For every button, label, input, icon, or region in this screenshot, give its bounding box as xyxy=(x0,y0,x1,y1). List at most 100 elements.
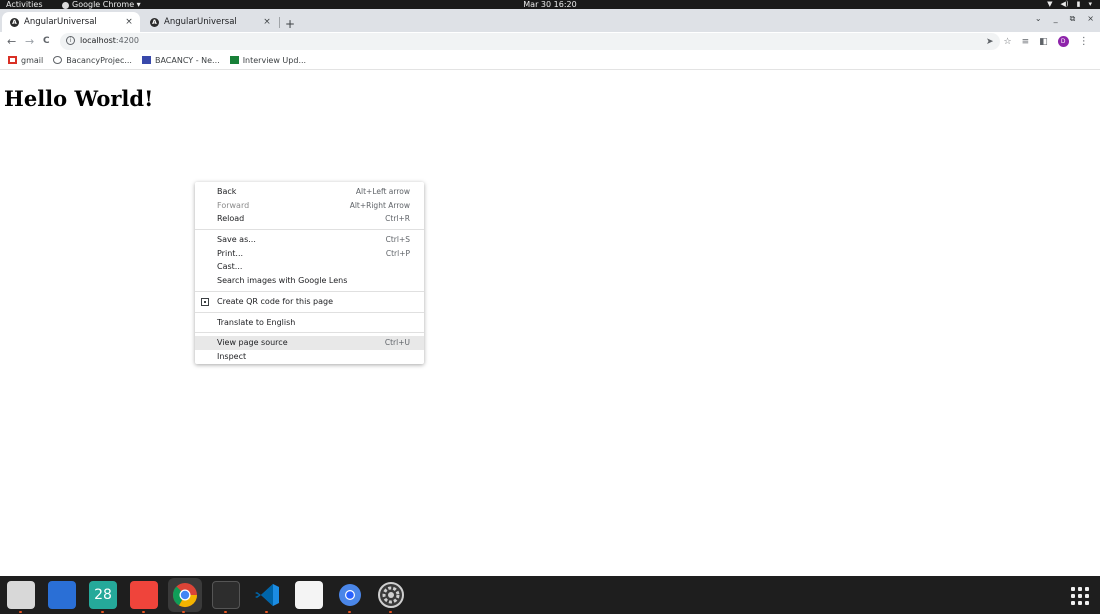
menu-separator xyxy=(195,290,424,292)
url-text[interactable]: localhost:4200 xyxy=(80,36,139,45)
bookmark-interview-update[interactable]: Interview Upd... xyxy=(229,55,307,65)
chromium-icon xyxy=(339,584,361,606)
show-applications-icon[interactable] xyxy=(1071,587,1089,605)
bookmark-label: Interview Upd... xyxy=(242,55,307,65)
menu-item-search-google-lens[interactable]: Search images with Google Lens xyxy=(195,274,424,288)
profile-avatar[interactable]: D xyxy=(1057,36,1069,47)
chrome-dock-slot[interactable] xyxy=(168,578,202,612)
menu-item-cast[interactable]: Cast... xyxy=(195,260,424,274)
reading-list-icon[interactable]: ≡ xyxy=(1022,37,1030,47)
tab-search-icon[interactable]: ⌄ xyxy=(1035,14,1042,24)
anydesk-app-icon[interactable] xyxy=(130,581,158,609)
menu-item-back[interactable]: Back Alt+Left arrow xyxy=(195,185,424,199)
tab-strip: A AngularUniversal × A AngularUniversal … xyxy=(0,9,1100,32)
app-menu-label: Google Chrome ▾ xyxy=(72,0,141,9)
chrome-app-icon xyxy=(62,1,69,9)
menu-item-label: Print... xyxy=(217,248,244,258)
notes-app-icon[interactable] xyxy=(295,581,323,609)
network-icon: ▼ xyxy=(1047,0,1053,8)
battery-icon: ▮ xyxy=(1076,0,1081,8)
bookmark-bacancyproject[interactable]: BacancyProjec... xyxy=(53,56,132,65)
volume-icon: ◀) xyxy=(1060,0,1069,8)
chevron-down-icon: ▾ xyxy=(1088,0,1092,8)
tab-angularuniversal[interactable]: A AngularUniversal × xyxy=(142,12,278,32)
running-indicator xyxy=(265,611,268,613)
menu-separator xyxy=(195,311,424,313)
text-editor-app-icon[interactable] xyxy=(48,581,76,609)
menu-item-shortcut: Ctrl+S xyxy=(385,235,410,245)
menu-item-print[interactable]: Print... Ctrl+P xyxy=(195,247,424,261)
more-menu-icon[interactable]: ⋮ xyxy=(1079,36,1089,47)
menu-item-reload[interactable]: Reload Ctrl+R xyxy=(195,212,424,226)
tab-close-icon[interactable]: × xyxy=(262,17,272,27)
system-top-bar: Activities Google Chrome ▾ Mar 30 16:20 … xyxy=(0,0,1100,9)
side-panel-icon[interactable]: ◧ xyxy=(1039,37,1048,47)
menu-item-shortcut: Alt+Left arrow xyxy=(355,187,410,196)
minimize-button[interactable]: _ xyxy=(1054,14,1058,24)
vscode-icon xyxy=(255,584,279,606)
bookmark-bacancy-new[interactable]: BACANCY - Ne... xyxy=(141,55,220,65)
qr-code-icon xyxy=(201,297,209,306)
menu-item-forward: Forward Alt+Right Arrow xyxy=(195,199,424,213)
url-host: localhost xyxy=(80,36,116,45)
menu-item-shortcut: Ctrl+P xyxy=(385,248,410,258)
menu-item-save-as[interactable]: Save as... Ctrl+S xyxy=(195,233,424,247)
close-window-button[interactable]: × xyxy=(1087,14,1094,24)
menu-item-shortcut: Alt+Right Arrow xyxy=(349,200,410,210)
terminal-app-icon[interactable] xyxy=(212,581,240,609)
sheets-icon xyxy=(229,56,239,64)
gear-icon xyxy=(378,582,404,608)
page-heading: Hello World! xyxy=(4,86,154,111)
tab-angularuniversal-active[interactable]: A AngularUniversal × xyxy=(2,12,140,32)
browser-toolbar: ← → C i localhost:4200 xyxy=(0,32,1100,51)
running-indicator xyxy=(389,611,392,613)
activities-button[interactable]: Activities xyxy=(6,0,43,9)
back-button[interactable]: ← xyxy=(7,35,16,48)
menu-item-label: Forward xyxy=(217,200,250,210)
app-menu[interactable]: Google Chrome ▾ xyxy=(62,0,141,9)
reload-button[interactable]: C xyxy=(43,35,50,48)
files-app-icon[interactable] xyxy=(7,581,35,609)
toolbar-actions: ➤ ☆ ≡ ◧ D ⋮ xyxy=(986,36,1089,47)
menu-item-label: Search images with Google Lens xyxy=(217,276,348,286)
chromium-app-icon[interactable] xyxy=(336,581,364,609)
new-tab-button[interactable]: + xyxy=(285,18,295,30)
dock: 28 xyxy=(0,576,1100,614)
bookmark-label: BacancyProjec... xyxy=(66,55,132,65)
restore-button[interactable]: ⧉ xyxy=(1070,14,1076,24)
menu-item-translate[interactable]: Translate to English xyxy=(195,316,424,330)
vscode-app-icon[interactable] xyxy=(253,581,281,609)
site-info-icon[interactable]: i xyxy=(66,36,75,45)
running-indicator xyxy=(348,611,351,613)
menu-item-shortcut: Ctrl+R xyxy=(385,214,410,224)
menu-item-create-qr-code[interactable]: Create QR code for this page xyxy=(195,295,424,309)
bookmark-label: gmail xyxy=(21,55,44,65)
running-indicator xyxy=(142,611,145,613)
tab-close-icon[interactable]: × xyxy=(124,17,134,27)
system-tray[interactable]: ▼ ◀) ▮ ▾ xyxy=(1047,0,1092,9)
bookmark-label: BACANCY - Ne... xyxy=(154,55,220,65)
menu-item-label: Reload xyxy=(217,214,245,224)
running-indicator xyxy=(19,611,22,613)
clock[interactable]: Mar 30 16:20 xyxy=(523,0,576,9)
menu-item-inspect[interactable]: Inspect xyxy=(195,350,424,364)
tab-title: AngularUniversal xyxy=(164,17,237,27)
bookmark-gmail[interactable]: gmail xyxy=(8,56,43,65)
forward-button[interactable]: → xyxy=(25,35,34,48)
bookmark-star-icon[interactable]: ☆ xyxy=(1004,37,1012,47)
bookmarks-bar: gmail BacancyProjec... BACANCY - Ne... I… xyxy=(0,51,1100,70)
address-bar[interactable]: i localhost:4200 xyxy=(60,33,1000,50)
chrome-icon xyxy=(172,583,197,608)
menu-item-label: Back xyxy=(217,187,237,196)
calendar-app-icon[interactable]: 28 xyxy=(89,581,117,609)
menu-item-label: Inspect xyxy=(217,351,247,361)
menu-item-label: Translate to English xyxy=(217,317,296,327)
menu-separator xyxy=(195,332,424,334)
settings-app-icon[interactable] xyxy=(377,581,405,609)
tab-title: AngularUniversal xyxy=(24,17,97,27)
menu-item-label: Save as... xyxy=(217,235,256,245)
menu-item-label: View page source xyxy=(217,338,288,348)
send-tab-icon[interactable]: ➤ xyxy=(986,37,994,47)
url-port: :4200 xyxy=(115,36,139,45)
menu-item-view-page-source[interactable]: View page source Ctrl+U xyxy=(195,336,424,350)
